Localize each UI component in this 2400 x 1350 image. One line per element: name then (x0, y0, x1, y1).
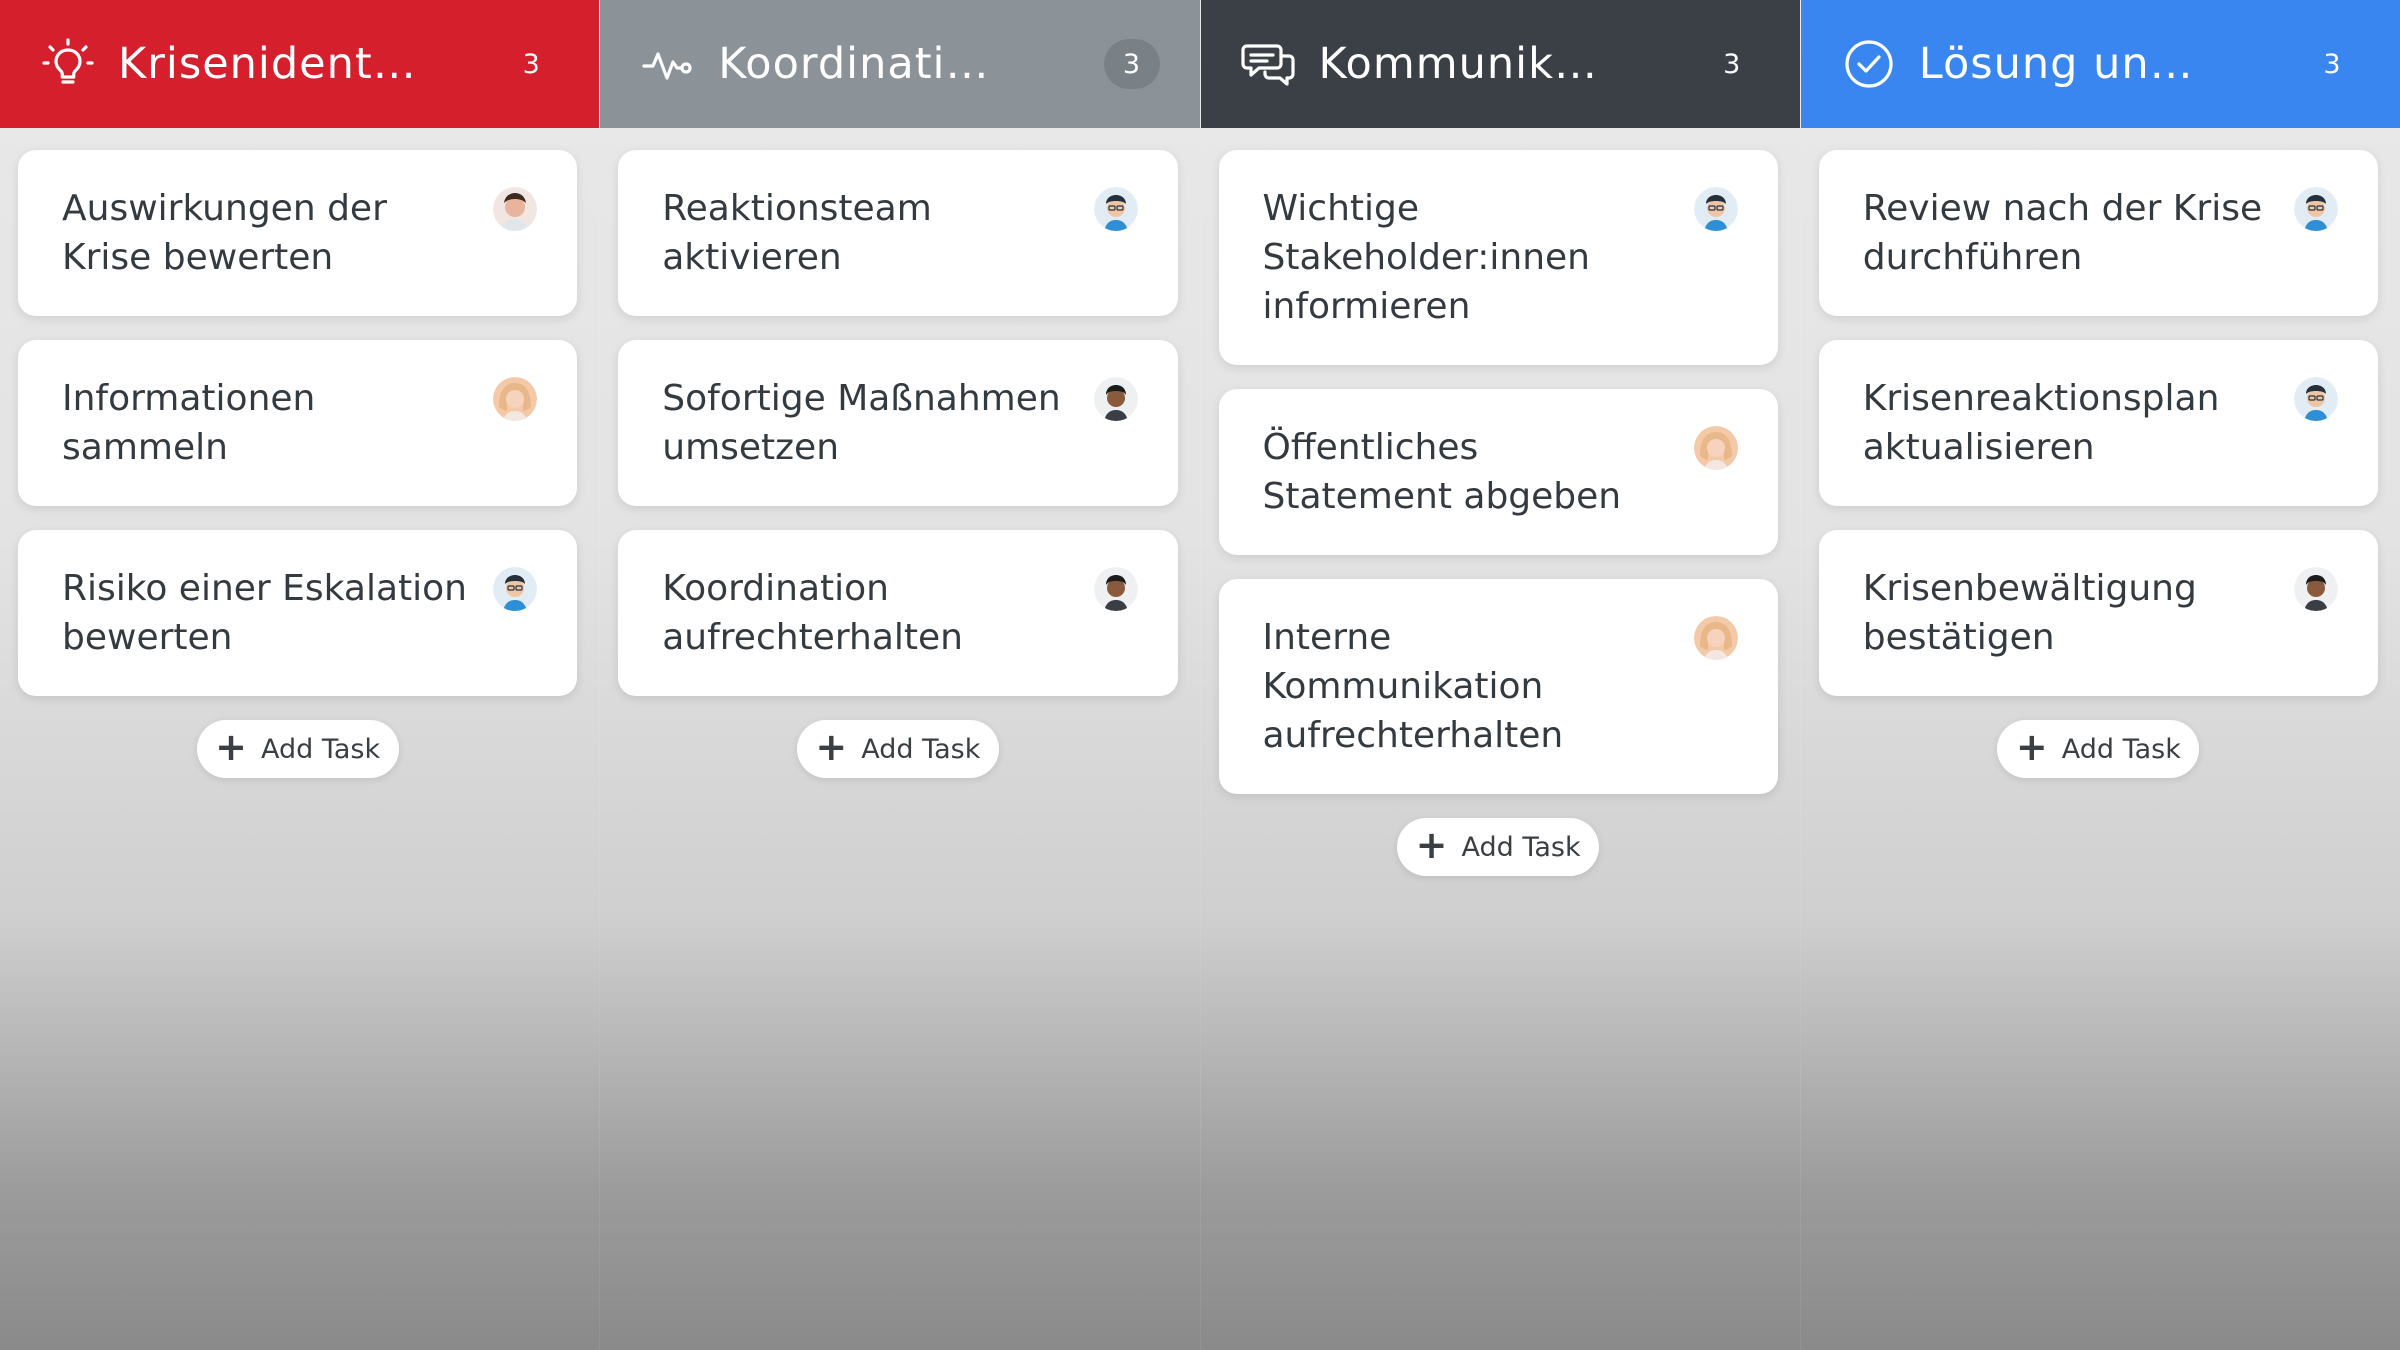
task-card[interactable]: Krisenbewältigung bestätigen (1818, 530, 2378, 696)
avatar[interactable] (493, 567, 538, 611)
task-title: Öffentliches Statement abgeben (1262, 427, 1622, 517)
task-title: Informationen sammeln (62, 378, 316, 468)
task-title: Review nach der Krise durchführen (1862, 188, 2263, 278)
avatar[interactable] (1093, 187, 1138, 231)
chat-bubbles-icon (1239, 34, 1299, 94)
avatar[interactable] (2294, 377, 2338, 421)
add-task-button[interactable]: + Add Task (1397, 818, 1600, 876)
column-header[interactable]: Koordinati… 3 (600, 0, 1200, 128)
add-task-label: Add Task (861, 733, 981, 765)
task-count-badge: 3 (522, 48, 540, 80)
column-title: Kommunik… (1318, 39, 1598, 89)
add-task-button[interactable]: + Add Task (1997, 720, 2200, 778)
plus-icon: + (815, 725, 848, 769)
task-count-badge: 3 (1103, 39, 1160, 89)
column-title: Koordinati… (718, 39, 990, 89)
avatar[interactable] (493, 377, 538, 421)
avatar[interactable] (1093, 567, 1138, 611)
avatar[interactable] (1093, 377, 1138, 421)
add-task-label: Add Task (1461, 831, 1581, 863)
avatar[interactable] (1693, 187, 1738, 231)
task-title: Risiko einer Eskalation bewerten (62, 568, 467, 658)
task-card[interactable]: Koordination aufrechterhalten (618, 530, 1178, 696)
task-card[interactable]: Krisenreaktionsplan aktualisieren (1818, 340, 2378, 506)
avatar[interactable] (2294, 567, 2338, 611)
column-title: Krisenident… (118, 39, 417, 89)
avatar[interactable] (2294, 187, 2338, 231)
add-task-label: Add Task (260, 733, 381, 765)
column-header[interactable]: Lösung un… 3 (1800, 0, 2400, 128)
add-task-button[interactable]: + Add Task (196, 720, 399, 778)
card-list: Auswirkungen der Krise bewerten Informat… (0, 128, 599, 778)
task-title: Sofortige Maßnahmen umsetzen (662, 378, 1061, 468)
task-count-badge: 3 (1723, 48, 1741, 80)
card-list: Wichtige Stakeholder:innen informieren Ö… (1201, 128, 1800, 876)
column-header[interactable]: Krisenident… 3 (0, 0, 600, 128)
task-title: Wichtige Stakeholder:innen informieren (1262, 188, 1590, 327)
add-task-label: Add Task (2061, 733, 2181, 765)
task-card[interactable]: Reaktionsteam aktivieren (618, 150, 1178, 316)
column-krisenidentifikation: Krisenident… 3 Auswirkungen der Krise be… (0, 0, 600, 1350)
plus-icon: + (1415, 823, 1448, 867)
add-task-button[interactable]: + Add Task (796, 720, 999, 778)
task-title: Interne Kommunikation aufrechterhalten (1262, 617, 1564, 756)
task-card[interactable]: Interne Kommunikation aufrechterhalten (1218, 579, 1778, 794)
check-circle-icon (1839, 34, 1899, 94)
task-title: Auswirkungen der Krise bewerten (62, 188, 387, 278)
task-card[interactable]: Sofortige Maßnahmen umsetzen (618, 340, 1178, 506)
column-loesung: Lösung un… 3 Review nach der Krise durch… (1799, 0, 2400, 1350)
task-count-badge: 3 (2323, 48, 2341, 80)
task-title: Krisenbewältigung bestätigen (1862, 568, 2197, 658)
task-title: Reaktionsteam aktivieren (662, 188, 932, 278)
task-card[interactable]: Review nach der Krise durchführen (1818, 150, 2378, 316)
pulse-icon (638, 34, 698, 94)
avatar[interactable] (1693, 426, 1738, 470)
task-card[interactable]: Risiko einer Eskalation bewerten (18, 530, 578, 696)
avatar[interactable] (1693, 616, 1738, 660)
task-card[interactable]: Öffentliches Statement abgeben (1218, 389, 1778, 555)
column-kommunikation: Kommunik… 3 Wichtige Stakeholder:innen i… (1199, 0, 1800, 1350)
column-koordination: Koordinati… 3 Reaktionsteam aktivieren S… (599, 0, 1200, 1350)
plus-icon: + (2015, 725, 2048, 769)
column-title: Lösung un… (1918, 39, 2194, 89)
card-list: Review nach der Krise durchführen Krisen… (1801, 128, 2400, 778)
kanban-board: Krisenident… 3 Auswirkungen der Krise be… (0, 0, 2400, 1350)
card-list: Reaktionsteam aktivieren Sofortige Maßna… (600, 128, 1199, 778)
lightbulb-icon (38, 34, 98, 94)
plus-icon: + (215, 725, 247, 769)
task-card[interactable]: Informationen sammeln (18, 340, 578, 506)
task-card[interactable]: Wichtige Stakeholder:innen informieren (1218, 150, 1778, 365)
column-header[interactable]: Kommunik… 3 (1200, 0, 1800, 128)
task-card[interactable]: Auswirkungen der Krise bewerten (18, 150, 578, 316)
task-title: Krisenreaktionsplan aktualisieren (1862, 378, 2220, 468)
avatar[interactable] (493, 187, 538, 231)
task-title: Koordination aufrechterhalten (662, 568, 963, 658)
